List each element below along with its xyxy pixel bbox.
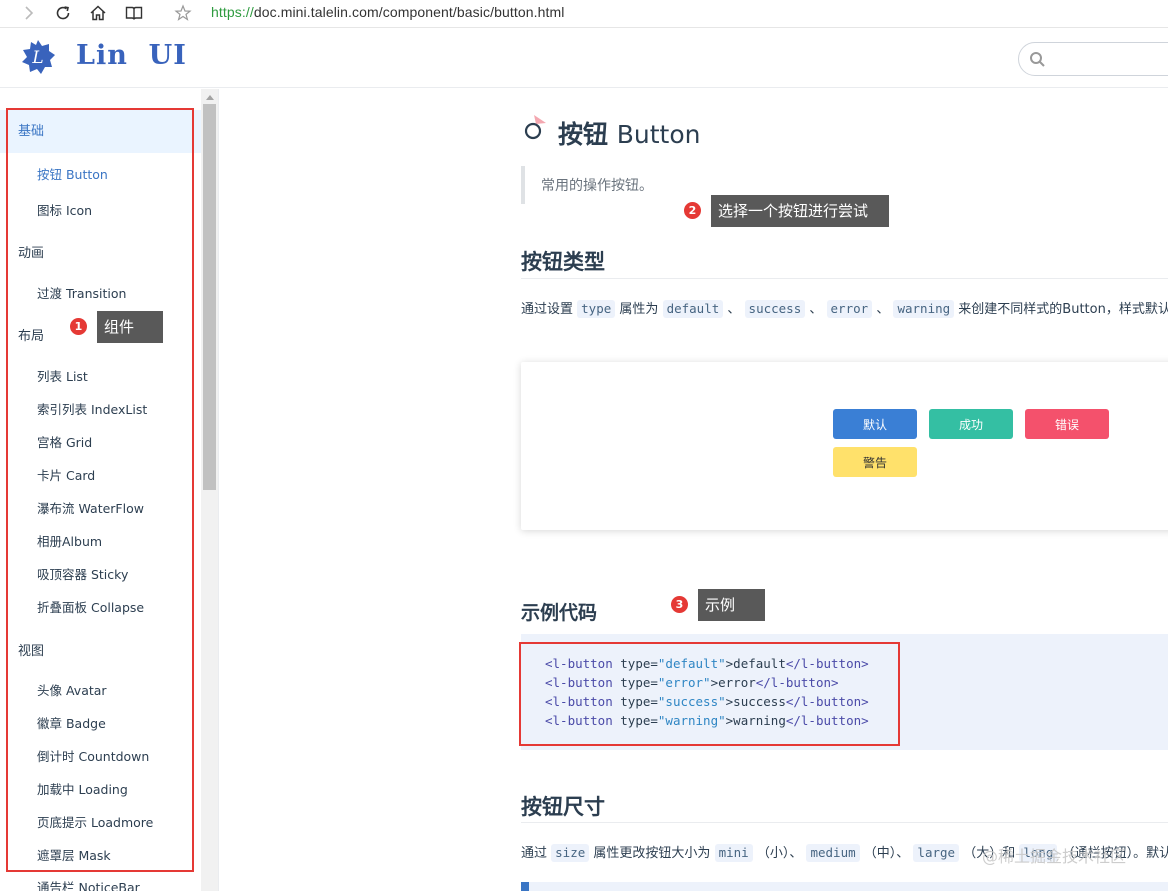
types-text-1: 通过设置 [521, 302, 574, 317]
types-paragraph: 通过设置 type 属性为 default 、 success 、 error … [521, 298, 1168, 318]
code-default: default [662, 300, 724, 318]
address-bar[interactable]: https://doc.mini.talelin.com/component/b… [211, 4, 564, 20]
section-heading-example: 示例代码 [521, 602, 598, 624]
site-logo-text[interactable]: Lin UI [76, 40, 187, 71]
code-warning: warning [893, 300, 955, 318]
code-error: error [826, 300, 873, 318]
search-box[interactable] [1018, 42, 1168, 76]
scroll-up-arrow-icon[interactable] [201, 90, 218, 104]
search-input[interactable] [1053, 49, 1163, 69]
types-text-3: 来创建不同样式的Button，样式默认为 [958, 302, 1168, 317]
annotation-label-1: 组件 [97, 311, 163, 343]
page-title-cn: 按钮 [558, 120, 609, 149]
size-text-1: 通过 [521, 846, 548, 861]
code-size: size [551, 844, 590, 862]
demo-button-default[interactable]: 默认 [833, 409, 917, 439]
section-divider [521, 278, 1168, 279]
demo-button-error[interactable]: 错误 [1025, 409, 1109, 439]
demo-preview-card [521, 362, 1168, 530]
next-code-block [529, 882, 1168, 891]
code-success: success [744, 300, 806, 318]
forward-icon[interactable] [18, 2, 40, 24]
types-sep-3: 、 [876, 302, 890, 317]
code-highlight-box [519, 642, 900, 746]
sidebar-highlight-box [6, 108, 194, 872]
lin-ui-logo-icon[interactable]: L [20, 39, 56, 75]
section-heading-types: 按钮类型 [521, 250, 605, 274]
bookmark-star-icon[interactable] [172, 2, 194, 24]
size-text-2: 属性更改按钮大小为 [593, 846, 711, 861]
title-deco-icon [524, 115, 546, 140]
code-mini: mini [714, 844, 753, 862]
url-scheme: https:// [211, 4, 254, 20]
search-icon [1030, 52, 1045, 67]
sidebar-item-noticebar[interactable]: 通告栏 NoticeBar [37, 877, 140, 891]
svg-text:L: L [31, 48, 43, 68]
types-sep-2: 、 [809, 302, 823, 317]
page-title-en: Button [616, 120, 701, 149]
code-type: type [577, 300, 616, 318]
code-block-accent [521, 882, 529, 891]
annotation-label-3: 示例 [698, 589, 765, 621]
refresh-icon[interactable] [52, 2, 74, 24]
types-sep-1: 、 [727, 302, 741, 317]
annotation-badge-2: 2 [683, 201, 702, 220]
demo-button-warning[interactable]: 警告 [833, 447, 917, 477]
size-text-4: （中）、 [863, 846, 910, 861]
blockquote-bar [521, 166, 525, 204]
section-divider-2 [521, 822, 1168, 823]
annotation-badge-1: 1 [69, 317, 88, 336]
watermark: @稀土掘金技术社区 [982, 847, 1127, 866]
home-icon[interactable] [87, 2, 109, 24]
reader-book-icon[interactable] [123, 2, 145, 24]
code-large: large [913, 844, 960, 862]
page-title: 按钮 Button [558, 115, 700, 151]
section-heading-size: 按钮尺寸 [521, 795, 605, 819]
url-path: doc.mini.talelin.com/component/basic/but… [253, 4, 565, 20]
browser-toolbar: https://doc.mini.talelin.com/component/b… [0, 0, 1168, 28]
size-text-3: （小）、 [756, 846, 803, 861]
demo-button-success[interactable]: 成功 [929, 409, 1013, 439]
sidebar-scroll-thumb[interactable] [203, 104, 216, 490]
types-text-2: 属性为 [619, 302, 659, 317]
annotation-badge-3: 3 [670, 595, 689, 614]
annotation-label-2: 选择一个按钮进行尝试 [711, 195, 889, 227]
code-medium: medium [806, 844, 860, 862]
page-description: 常用的操作按钮。 [541, 178, 653, 194]
